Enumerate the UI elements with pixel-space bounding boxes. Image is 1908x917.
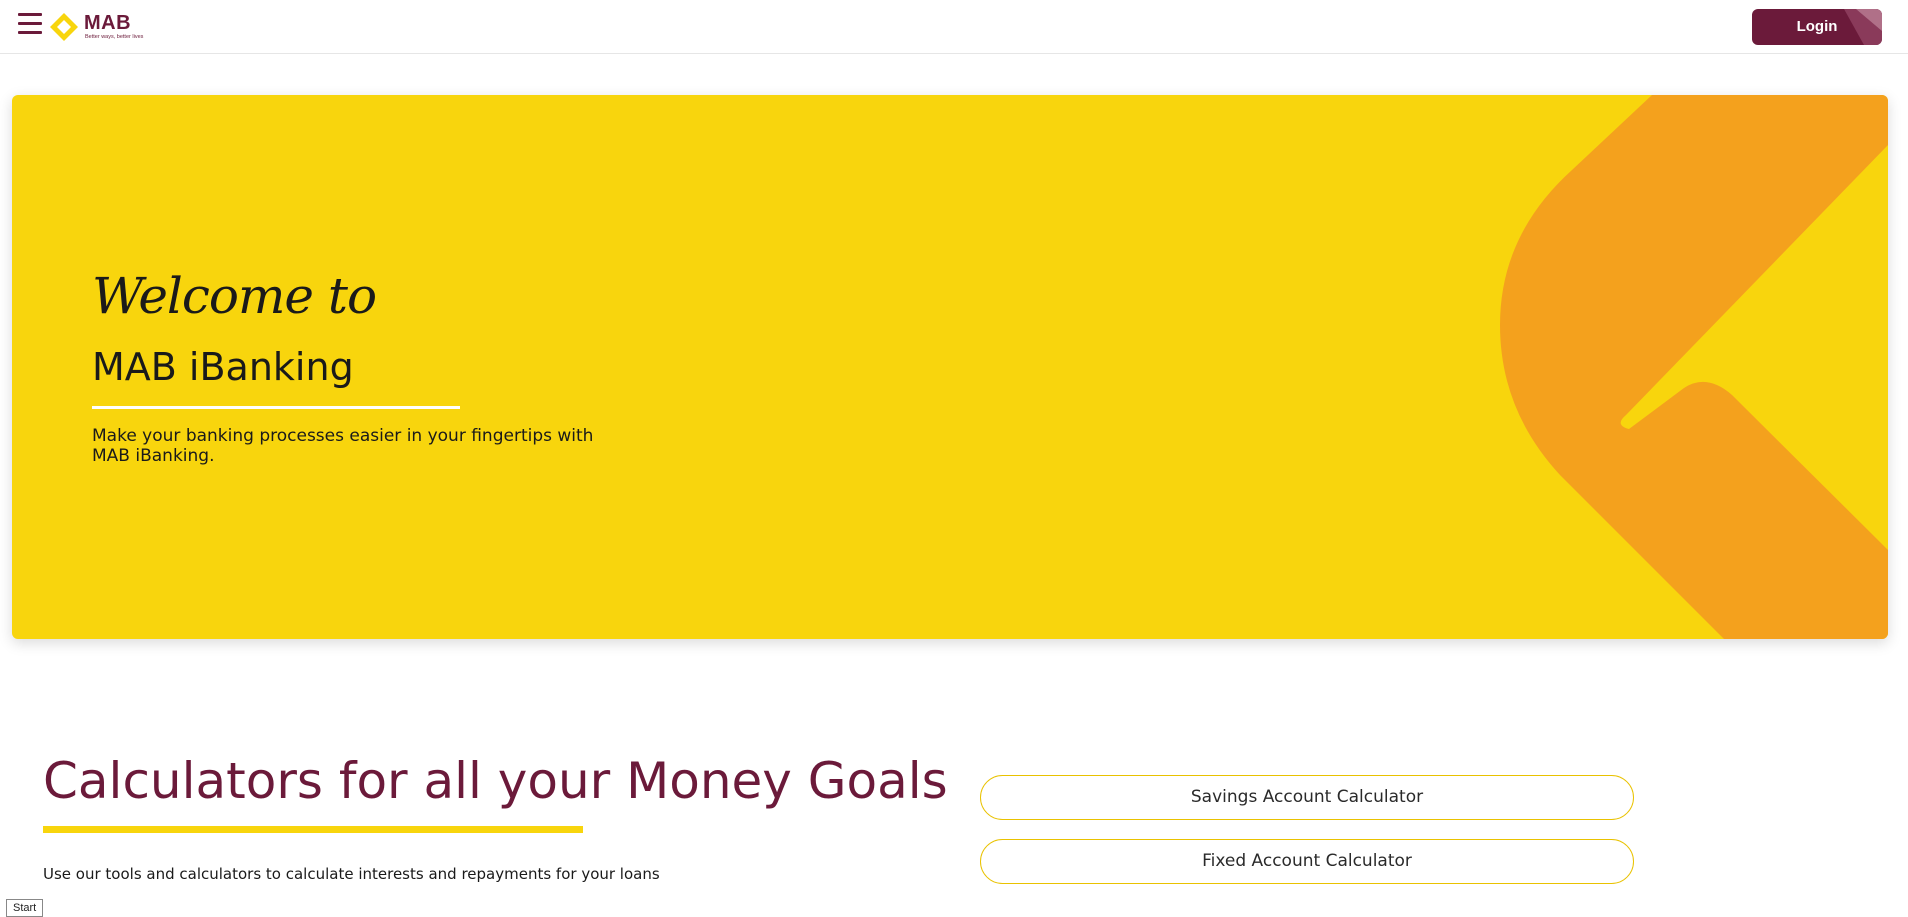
hero-divider xyxy=(92,406,460,409)
logo-tagline: Better ways, better lives xyxy=(85,34,144,40)
hero-welcome: Welcome to xyxy=(92,267,377,325)
savings-calculator-button[interactable]: Savings Account Calculator xyxy=(980,775,1634,820)
mab-logo[interactable]: MAB Better ways, better lives xyxy=(49,9,149,41)
login-button[interactable]: Login xyxy=(1752,9,1882,45)
top-header: MAB Better ways, better lives Login xyxy=(0,0,1908,54)
fixed-calculator-button[interactable]: Fixed Account Calculator xyxy=(980,839,1634,884)
login-label: Login xyxy=(1796,18,1838,35)
menu-icon[interactable] xyxy=(18,13,42,35)
hero-banner: Welcome to MAB iBanking Make your bankin… xyxy=(12,95,1888,639)
start-badge[interactable]: Start xyxy=(6,899,44,917)
logo-diamond-icon xyxy=(50,13,78,41)
calculators-title: Calculators for all your Money Goals xyxy=(43,752,948,810)
logo-text: MAB xyxy=(84,12,132,34)
hero-description: Make your banking processes easier in yo… xyxy=(92,426,594,466)
calculators-underline xyxy=(43,826,583,833)
calculators-description: Use our tools and calculators to calcula… xyxy=(43,865,660,883)
hero-title: MAB iBanking xyxy=(92,345,354,389)
